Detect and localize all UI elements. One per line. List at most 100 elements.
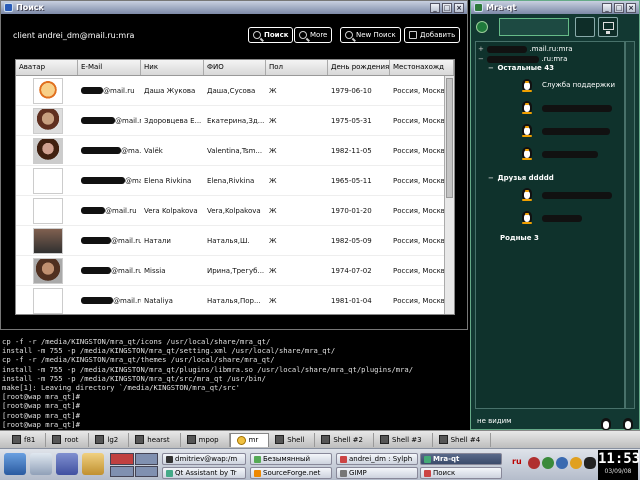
contact-row[interactable] <box>542 150 598 158</box>
table-row[interactable]: @ma...ValёkValentina,Tsm...Ж1982-11-05Ро… <box>16 136 454 166</box>
tab-label: Shell #3 <box>391 435 422 444</box>
pager-desktop[interactable] <box>110 465 134 477</box>
taskbar-button[interactable]: Qt Assistant by Tr <box>162 467 246 479</box>
column-header[interactable]: ФИО <box>204 60 266 75</box>
contact-row[interactable] <box>542 104 612 112</box>
redacted-text <box>487 55 540 63</box>
scrollbar-thumb[interactable] <box>446 78 453 198</box>
konsole-tab[interactable]: Shell #2 <box>315 432 374 447</box>
konsole-tab[interactable]: lg2 <box>89 432 130 447</box>
tray-icon[interactable] <box>556 457 568 469</box>
menu-button[interactable] <box>575 17 595 37</box>
contact-row[interactable] <box>542 214 582 222</box>
clock[interactable]: 11:53 03/09/08 <box>598 450 640 480</box>
contact-row[interactable] <box>542 191 612 199</box>
group-row[interactable]: − Остальные 43 <box>488 64 554 72</box>
search-icon <box>299 31 307 39</box>
column-header[interactable]: Ник <box>141 60 204 75</box>
penguin-contact-icon <box>520 98 534 114</box>
k-menu-icon[interactable] <box>4 453 26 475</box>
column-header[interactable]: Пол <box>266 60 328 75</box>
tray-icon[interactable] <box>570 457 582 469</box>
konsole-tab[interactable]: mr <box>229 432 270 447</box>
table-row[interactable]: @mail.ruNataliya Наталья,Пор... Ж 1981-01-0… <box>16 286 454 314</box>
pager-desktop[interactable] <box>110 453 134 465</box>
penguin-icon[interactable] <box>599 415 611 430</box>
contact-row[interactable]: Служба поддержки <box>542 81 615 89</box>
close-button[interactable]: × <box>454 2 464 13</box>
new-search-button[interactable]: New Поиск <box>340 27 401 43</box>
settings-button[interactable] <box>598 17 618 37</box>
pager-desktop[interactable] <box>134 465 158 477</box>
terminal-line: [root@wap mra_qt]# <box>2 392 80 402</box>
taskbar-button[interactable]: Mra-qt <box>420 453 502 465</box>
contact-list-scrollbar[interactable] <box>625 41 635 409</box>
email-cell: @mail.ru <box>78 117 141 125</box>
desktop-pager[interactable] <box>110 453 158 477</box>
konsole-tab[interactable]: root <box>46 432 90 447</box>
tray-icon[interactable] <box>542 457 554 469</box>
penguin-tray-icon[interactable] <box>584 457 596 469</box>
contact-list[interactable]: + .mail.ru:mra − .ru:mra − Остальные 43 … <box>475 41 625 409</box>
konsole-tab[interactable]: Shell #4 <box>433 432 492 447</box>
keyboard-layout[interactable]: ru <box>512 457 522 466</box>
konsole-tab[interactable]: Shell <box>269 432 316 447</box>
collapse-icon[interactable]: − <box>478 55 485 63</box>
mra-window-titlebar[interactable]: Mra-qt _ □ × <box>471 1 639 14</box>
minimize-button[interactable]: _ <box>430 2 440 13</box>
tray-icon[interactable] <box>528 457 540 469</box>
results-table[interactable]: Аватар E-Mail Ник ФИО Пол День рождения … <box>15 59 455 315</box>
avatar <box>33 167 63 194</box>
minimize-button[interactable]: _ <box>602 2 612 13</box>
redacted-text <box>81 267 111 274</box>
konsole-tab[interactable]: hearst <box>129 432 181 447</box>
column-header[interactable]: Местонахожд <box>390 60 454 75</box>
penguin-icon[interactable] <box>621 415 633 430</box>
table-row[interactable]: @mail.ruЗдоровцева Е... Екатерина,Зд... Ж 1… <box>16 106 454 136</box>
konsole-tab[interactable]: f81 <box>6 432 47 447</box>
more-button[interactable]: More <box>294 27 333 43</box>
online-status-icon[interactable] <box>476 21 488 33</box>
pager-desktop[interactable] <box>134 453 158 465</box>
taskbar-button[interactable]: dmitriev@wap:/m <box>162 453 246 465</box>
task-app-icon <box>254 455 261 463</box>
taskbar-button[interactable]: andrei_dm : Sylph <box>336 453 418 465</box>
avatar <box>33 77 63 104</box>
table-row[interactable]: @ma...Elena Rivkina Elena,Rivkina Ж 1965-05… <box>16 166 454 196</box>
collapse-icon[interactable]: − <box>488 64 495 72</box>
taskbar-button[interactable]: GIMP <box>336 467 418 479</box>
contact-row[interactable] <box>542 127 610 135</box>
table-row[interactable]: @mail.ru Натали Наталья,Ш. Ж 1982-05-09 Росси… <box>16 226 454 256</box>
table-row[interactable]: @mail.ru Vera Kolpakova Vera,Kolpakova Ж 197… <box>16 196 454 226</box>
home-folder-icon[interactable] <box>82 453 104 475</box>
expand-icon[interactable]: + <box>478 45 485 53</box>
taskbar-button[interactable]: Поиск <box>420 467 502 479</box>
table-row[interactable]: @mail.ru Даша Жукова Даша,Сусова Ж 1979-06-1… <box>16 76 454 106</box>
search-button[interactable]: Поиск <box>248 27 294 43</box>
tools-icon[interactable] <box>56 453 78 475</box>
column-header[interactable]: День рождения <box>328 60 390 75</box>
group-row[interactable]: − Друзья ddddd <box>488 174 554 182</box>
desktop-icon[interactable] <box>30 453 52 475</box>
taskbar-button[interactable]: SourceForge.net <box>250 467 332 479</box>
group-row[interactable]: Родные 3 <box>500 234 539 242</box>
terminal-output[interactable]: cp -f -r /media/KINGSTON/mra_qt/icons /u… <box>0 330 468 430</box>
close-button[interactable]: × <box>626 2 636 13</box>
maximize-button[interactable]: □ <box>442 2 452 13</box>
maximize-button[interactable]: □ <box>614 2 624 13</box>
taskbar-button[interactable]: Безымянный <box>250 453 332 465</box>
column-header[interactable]: Аватар <box>16 60 78 75</box>
column-header[interactable]: E-Mail <box>78 60 141 75</box>
account-row[interactable]: + .mail.ru:mra <box>478 45 573 53</box>
collapse-icon[interactable]: − <box>488 174 495 182</box>
konsole-tab[interactable]: Shell #3 <box>374 432 433 447</box>
account-row[interactable]: − .ru:mra <box>478 55 567 63</box>
redacted-text <box>81 117 115 124</box>
fio-cell: Екатерина,Зд... <box>207 116 265 125</box>
status-message-field[interactable] <box>499 18 569 36</box>
table-row[interactable]: @mail.ru Missia Ирина,Трегуб... Ж 1974-07-02… <box>16 256 454 286</box>
search-window-titlebar[interactable]: Поиск _ □ × <box>1 1 467 14</box>
results-scrollbar[interactable] <box>444 76 454 314</box>
konsole-tab[interactable]: mpop <box>181 432 230 447</box>
add-button[interactable]: Добавить <box>404 27 461 43</box>
